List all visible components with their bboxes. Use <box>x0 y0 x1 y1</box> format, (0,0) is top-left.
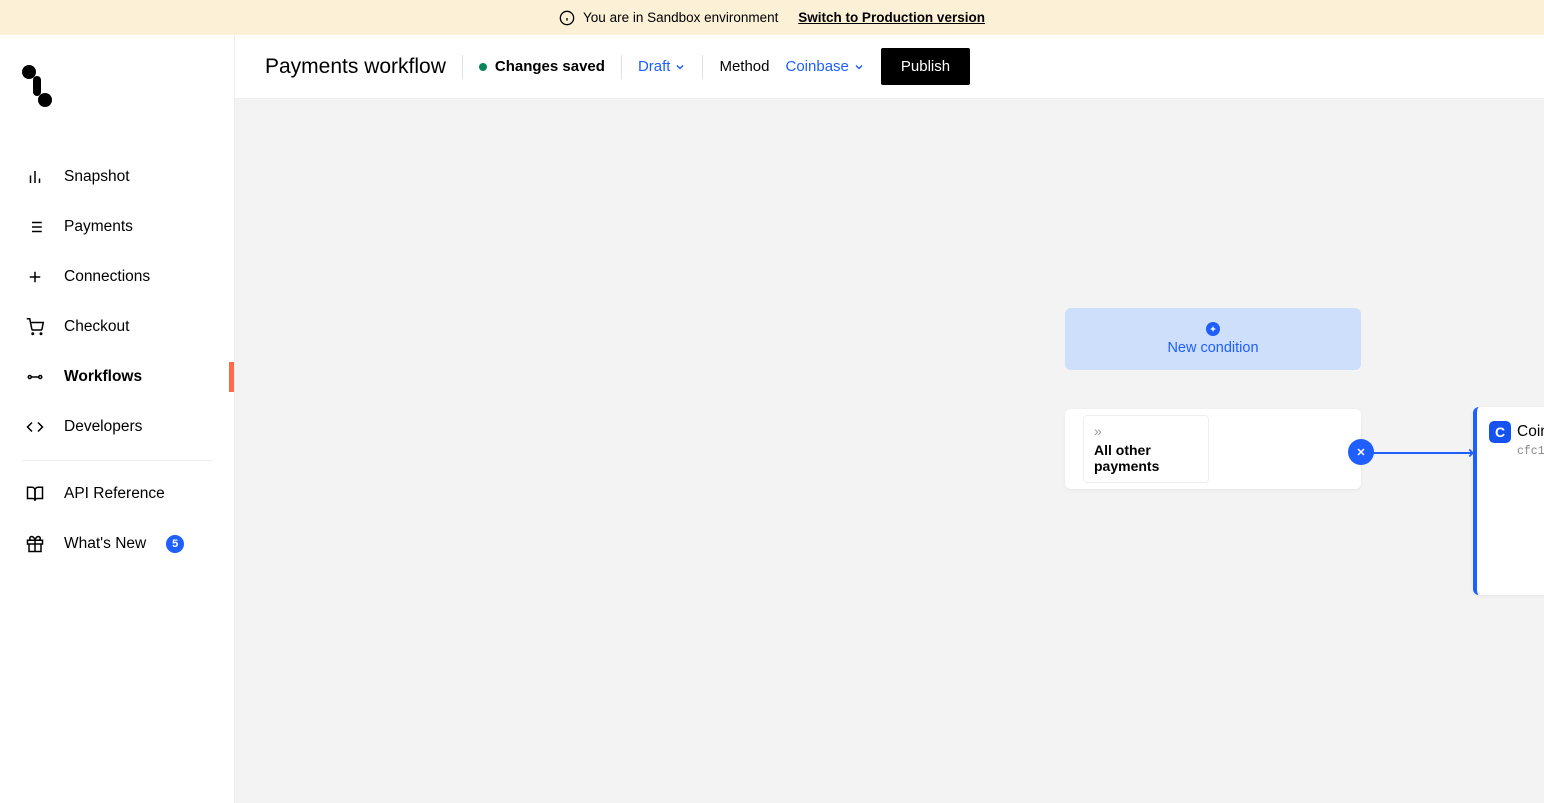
workflow-icon <box>26 368 44 386</box>
publish-button[interactable]: Publish <box>881 48 970 85</box>
status-dot-icon <box>479 63 487 71</box>
sidebar-item-label: API Reference <box>64 485 165 503</box>
other-payments-card[interactable]: » All other payments <box>1065 409 1361 489</box>
sidebar-item-label: Connections <box>64 268 150 286</box>
divider <box>621 55 622 79</box>
sidebar: Snapshot Payments Connections Checkout W… <box>0 35 235 803</box>
main-content: Payments workflow Changes saved Draft Me… <box>235 35 1544 803</box>
status-row-authorized: Authorized <box>1489 476 1544 499</box>
save-status: Changes saved <box>479 58 605 75</box>
other-payments-label: All other payments <box>1094 442 1198 474</box>
workflow-canvas[interactable]: New condition » All other payments ••• C… <box>235 99 1544 803</box>
banner-message: You are in Sandbox environment <box>583 10 778 25</box>
connector-close-button[interactable] <box>1348 439 1374 465</box>
sidebar-item-label: Checkout <box>64 318 129 336</box>
sidebar-item-label: Developers <box>64 418 142 436</box>
save-status-text: Changes saved <box>495 58 605 75</box>
code-icon <box>26 418 44 436</box>
draft-label: Draft <box>638 58 671 75</box>
coinbase-logo-icon: C <box>1489 421 1511 443</box>
gift-icon <box>26 535 44 553</box>
environment-banner: You are in Sandbox environment Switch to… <box>0 0 1544 35</box>
list-icon <box>26 218 44 236</box>
sidebar-item-workflows[interactable]: Workflows <box>0 352 234 402</box>
connector-line <box>1361 452 1476 454</box>
plus-circle-icon <box>1206 322 1220 336</box>
book-icon <box>26 485 44 503</box>
sidebar-item-whats-new[interactable]: What's New 5 <box>0 519 234 569</box>
status-row-declined: Declined <box>1489 517 1544 540</box>
status-row-failed: Failed <box>1489 558 1544 581</box>
coinbase-card[interactable]: ••• C Coinbase (AP... cfc14c71-ee91-45f9… <box>1473 407 1544 595</box>
sidebar-item-api-reference[interactable]: API Reference <box>0 469 234 519</box>
switch-production-link[interactable]: Switch to Production version <box>798 10 985 25</box>
whats-new-badge: 5 <box>166 535 184 553</box>
draft-dropdown[interactable]: Draft <box>638 58 687 75</box>
bar-chart-icon <box>26 168 44 186</box>
app-logo <box>0 55 234 152</box>
topbar: Payments workflow Changes saved Draft Me… <box>235 35 1544 99</box>
sidebar-item-developers[interactable]: Developers <box>0 402 234 452</box>
other-payments-box: » All other payments <box>1083 415 1209 483</box>
divider <box>462 55 463 79</box>
sidebar-item-payments[interactable]: Payments <box>0 202 234 252</box>
page-title: Payments workflow <box>265 55 446 79</box>
method-dropdown[interactable]: Coinbase <box>786 58 865 75</box>
coinbase-title: Coinbase (AP... <box>1517 423 1544 441</box>
sidebar-item-snapshot[interactable]: Snapshot <box>0 152 234 202</box>
new-condition-button[interactable]: New condition <box>1065 308 1361 370</box>
sidebar-item-connections[interactable]: Connections <box>0 252 234 302</box>
chevron-right-double-icon: » <box>1094 424 1198 438</box>
chevron-down-icon <box>674 61 686 73</box>
arrow-right-icon <box>1464 446 1478 460</box>
sidebar-item-label: Workflows <box>64 368 142 386</box>
new-condition-label: New condition <box>1167 340 1258 356</box>
sidebar-item-label: Snapshot <box>64 168 130 186</box>
cart-icon <box>26 318 44 336</box>
plus-icon <box>26 268 44 286</box>
coinbase-id: cfc14c71-ee91-45f9... <box>1517 445 1544 458</box>
sidebar-item-label: Payments <box>64 218 133 236</box>
info-icon <box>559 10 575 26</box>
method-value: Coinbase <box>786 58 849 75</box>
divider <box>702 55 703 79</box>
chevron-down-icon <box>853 61 865 73</box>
sidebar-divider <box>22 460 212 461</box>
method-label: Method <box>719 58 769 75</box>
sidebar-item-label: What's New <box>64 535 146 553</box>
sidebar-item-checkout[interactable]: Checkout <box>0 302 234 352</box>
close-icon <box>1355 446 1367 458</box>
